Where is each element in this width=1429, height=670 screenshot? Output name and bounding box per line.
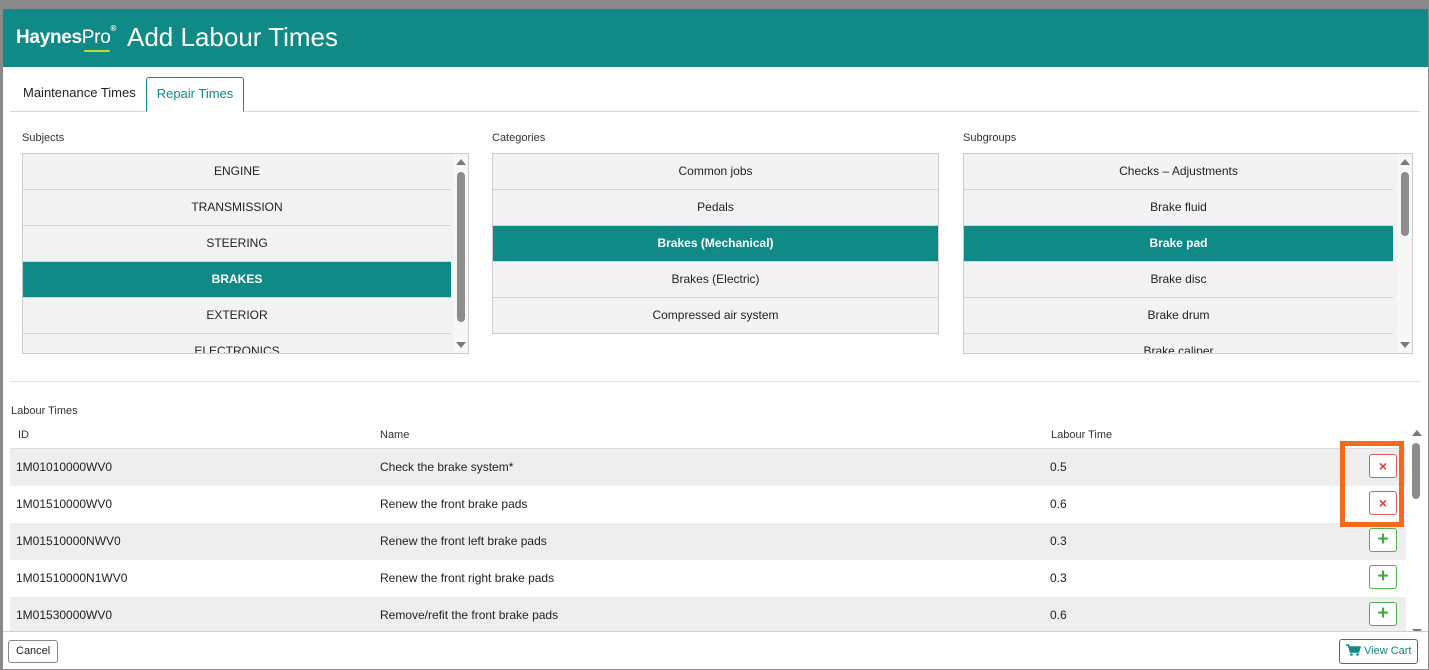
table-row: 1M01530000WV0 Remove/refit the front brak… [10,597,1406,633]
row-name: Remove/refit the front brake pads [380,608,559,622]
cancel-button[interactable]: Cancel [8,640,59,663]
subjects-item-exterior[interactable]: EXTERIOR [23,298,451,334]
subgroups-item-brake-disc[interactable]: Brake disc [964,262,1393,298]
tab-bar: Maintenance Times Repair Times [10,77,1420,112]
scroll-down-icon[interactable] [456,342,466,348]
row-id: 1M01010000WV0 [16,460,113,474]
tab-repair-times[interactable]: Repair Times [146,77,244,112]
row-name: Check the brake system* [380,460,514,474]
scroll-thumb[interactable] [457,172,465,322]
add-icon: + [1377,603,1389,624]
subjects-item-engine[interactable]: ENGINE [23,154,451,190]
categories-item-brakes-electric[interactable]: Brakes (Electric) [493,262,938,298]
highlight-box [1340,441,1404,527]
subjects-label: Subjects [22,132,65,144]
subjects-item-electronics[interactable]: ELECTRONICS [23,334,451,353]
row-name: Renew the front right brake pads [380,571,555,585]
row-id: 1M01510000N1WV0 [16,571,128,585]
row-id: 1M01510000WV0 [16,497,113,511]
tab-maintenance-times[interactable]: Maintenance Times [10,77,149,110]
column-header-name: Name [380,429,410,441]
subgroups-item-brake-pad[interactable]: Brake pad [964,226,1393,262]
categories-list[interactable]: Common jobs Pedals Brakes (Mechanical) Brak… [492,153,939,334]
row-labour-time: 0.3 [1050,571,1067,585]
scroll-thumb[interactable] [1401,172,1409,236]
subjects-item-steering[interactable]: STEERING [23,226,451,262]
add-button[interactable]: + [1369,565,1397,589]
haynespro-logo: HaynesPro ® [16,24,116,52]
categories-label: Categories [492,132,546,144]
subgroups-label: Subgroups [963,132,1017,144]
column-header-id: ID [18,429,29,441]
row-name: Renew the front left brake pads [380,534,547,548]
scroll-up-icon[interactable] [456,159,466,165]
add-button[interactable]: + [1369,528,1397,552]
dialog-footer: Cancel View Cart [3,631,1428,669]
column-header-labour-time: Labour Time [1051,429,1113,441]
labour-times-table: 1M01010000WV0 Check the brake system* 0.5 ×… [10,448,1406,633]
labour-times-scrollbar[interactable] [1409,427,1424,635]
dialog-title: Add Labour Times [127,22,339,52]
row-name: Renew the front brake pads [380,497,528,511]
subgroups-list[interactable]: Checks – Adjustments Brake fluid Brake pad… [963,153,1413,354]
row-labour-time: 0.6 [1050,497,1067,511]
add-button[interactable]: + [1369,602,1397,626]
subgroups-item-checks-adjustments[interactable]: Checks – Adjustments [964,154,1393,190]
categories-item-common-jobs[interactable]: Common jobs [493,154,938,190]
scroll-thumb[interactable] [1412,443,1420,499]
labour-times-label: Labour Times [11,405,78,417]
dialog-header: HaynesPro ® Add Labour Times [3,9,1428,67]
row-labour-time: 0.3 [1050,534,1067,548]
add-icon: + [1377,566,1389,587]
subjects-item-transmission[interactable]: TRANSMISSION [23,190,451,226]
categories-item-brakes-mechanical[interactable]: Brakes (Mechanical) [493,226,938,262]
row-id: 1M01510000NWV0 [16,534,121,548]
subgroups-item-brake-caliper[interactable]: Brake caliper [964,334,1393,353]
table-row: 1M01010000WV0 Check the brake system* 0.5 × [10,449,1406,486]
add-icon: + [1377,529,1389,550]
scroll-up-icon[interactable] [1400,159,1410,165]
subjects-scrollbar[interactable] [453,154,468,353]
table-row: 1M01510000N1WV0 Renew the front right bra… [10,560,1406,597]
row-labour-time: 0.6 [1050,608,1067,622]
subgroups-item-brake-drum[interactable]: Brake drum [964,298,1393,334]
subgroups-item-brake-fluid[interactable]: Brake fluid [964,190,1393,226]
subgroups-scrollbar[interactable] [1397,154,1412,353]
categories-item-pedals[interactable]: Pedals [493,190,938,226]
row-id: 1M01530000WV0 [16,608,113,622]
cart-icon [1346,644,1362,656]
table-row: 1M01510000NWV0 Renew the front left brake… [10,523,1406,560]
scroll-down-icon[interactable] [1400,342,1410,348]
categories-item-compressed-air-system[interactable]: Compressed air system [493,298,938,333]
add-labour-times-dialog: HaynesPro ® Add Labour Times Maintenance … [3,9,1428,669]
view-cart-button[interactable]: View Cart [1339,639,1419,664]
subjects-list[interactable]: ENGINE TRANSMISSION STEERING BRAKES EXTERIOR… [22,153,469,354]
section-divider [10,381,1420,382]
subjects-item-brakes[interactable]: BRAKES [23,262,451,298]
scroll-up-icon[interactable] [1412,430,1422,436]
table-row: 1M01510000WV0 Renew the front brake pads 0… [10,486,1406,523]
row-labour-time: 0.5 [1050,460,1067,474]
